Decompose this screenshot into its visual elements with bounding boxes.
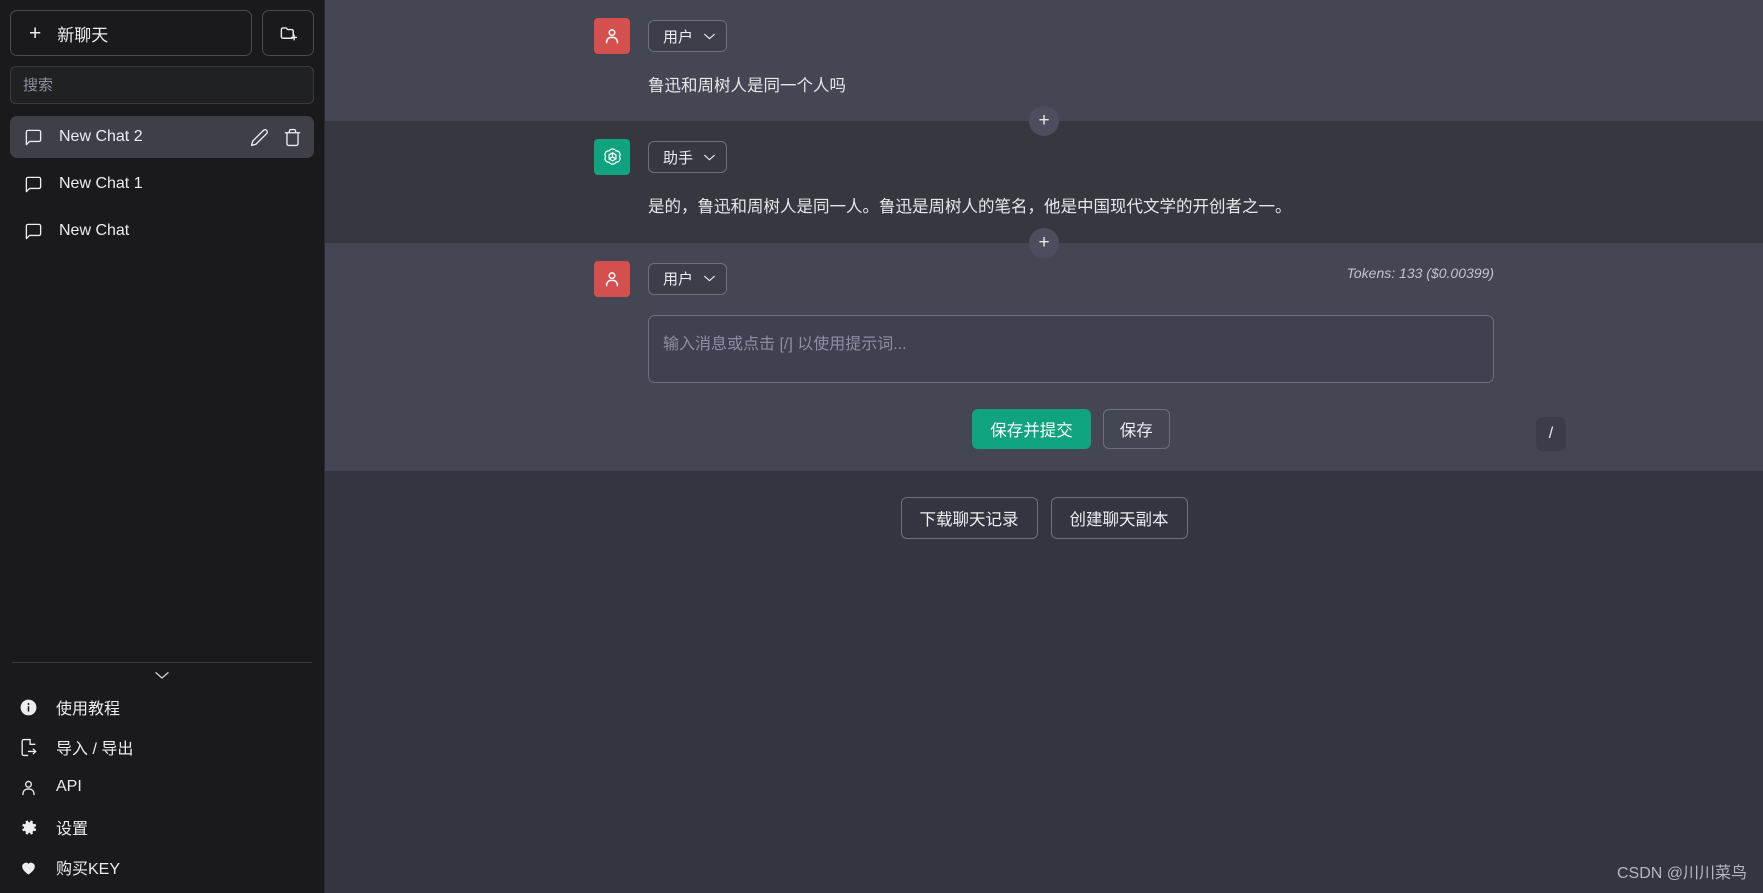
message-inner: 助手 是的，鲁迅和周树人是同一人。鲁迅是周树人的笔名，他是中国现代文学的开创者之… <box>594 121 1494 242</box>
message-header: 用户 <box>594 18 1494 54</box>
chat-main: 用户 鲁迅和周树人是同一个人吗 + 助手 是的，鲁迅和周树人是同一人。鲁迅是周树… <box>325 0 1763 893</box>
message-text: 鲁迅和周树人是同一个人吗 <box>648 77 846 95</box>
role-dropdown-assistant[interactable]: 助手 <box>648 141 728 174</box>
chat-bubble-icon <box>24 222 43 241</box>
new-folder-button[interactable] <box>262 10 314 56</box>
plus-icon: + <box>1038 231 1050 253</box>
file-export-icon <box>18 738 38 757</box>
chat-footer-toolbar: 下载聊天记录 创建聊天副本 CSDN @川川菜鸟 <box>325 470 1763 893</box>
chat-list-item-0[interactable]: New Chat 2 <box>10 116 314 158</box>
message-header: 助手 <box>594 139 1494 176</box>
new-chat-label: 新聊天 <box>57 25 109 45</box>
chevron-down-icon <box>703 32 716 41</box>
sidebar-item-api[interactable]: API <box>0 767 324 807</box>
search-container <box>0 56 324 110</box>
user-icon <box>18 778 38 797</box>
sidebar-item-buy-key[interactable]: 购买KEY <box>0 847 324 887</box>
role-dropdown-user[interactable]: 用户 <box>648 20 728 52</box>
plus-icon: + <box>29 21 42 45</box>
sidebar-footer: 使用教程 导入 / 导出 API 设置 购买KEY <box>0 662 324 893</box>
sidebar-item-import-export[interactable]: 导入 / 导出 <box>0 727 324 767</box>
duplicate-chat-button[interactable]: 创建聊天副本 <box>1050 496 1188 539</box>
watermark: CSDN @川川菜鸟 <box>1616 865 1747 882</box>
chat-list: New Chat 2 New Chat 1 New Chat <box>0 110 324 252</box>
message-text: 是的，鲁迅和周树人是同一人。鲁迅是周树人的笔名，他是中国现代文学的开创者之一。 <box>648 198 1292 217</box>
sidebar-item-label: API <box>56 778 82 795</box>
app-root: + 新聊天 N <box>0 0 1763 893</box>
save-and-submit-button[interactable]: 保存并提交 <box>972 408 1091 449</box>
chevron-down-icon <box>703 274 716 283</box>
role-label: 助手 <box>663 149 694 167</box>
chat-list-item-label: New Chat <box>59 222 130 239</box>
slash-prompt-button[interactable]: / <box>1536 416 1566 451</box>
message-block-compose: 用户 Tokens: 133 ($0.00399) 保存并提交 保存 <box>325 242 1763 471</box>
sidebar-item-label: 导入 / 导出 <box>56 741 134 758</box>
sidebar-item-tutorial[interactable]: 使用教程 <box>0 687 324 727</box>
chat-bubble-icon <box>24 175 43 194</box>
message-block-user: 用户 鲁迅和周树人是同一个人吗 + <box>325 0 1763 137</box>
chat-list-item-1[interactable]: New Chat 1 <box>10 163 314 205</box>
compose-area: 保存并提交 保存 / <box>594 314 1566 451</box>
token-counter: Tokens: 133 ($0.00399) <box>1346 264 1494 281</box>
message-input[interactable] <box>648 314 1494 383</box>
add-message-button-1[interactable]: + <box>1029 106 1059 137</box>
message-inner: 用户 鲁迅和周树人是同一个人吗 <box>594 0 1494 121</box>
edit-pencil-icon[interactable] <box>250 128 269 147</box>
chat-bubble-icon <box>24 128 43 147</box>
chat-item-actions <box>250 128 302 147</box>
collapse-sidebar-button[interactable] <box>0 663 324 687</box>
heart-icon <box>18 858 38 877</box>
role-label: 用户 <box>663 271 694 289</box>
delete-trash-icon[interactable] <box>283 128 302 147</box>
new-chat-button[interactable]: + 新聊天 <box>10 10 252 56</box>
save-button[interactable]: 保存 <box>1102 408 1170 449</box>
user-avatar-icon <box>594 18 630 54</box>
role-dropdown-compose[interactable]: 用户 <box>648 262 728 295</box>
chat-list-item-label: New Chat 2 <box>59 128 143 145</box>
role-label: 用户 <box>663 28 694 46</box>
sidebar: + 新聊天 N <box>0 0 325 893</box>
compose-inner: 用户 Tokens: 133 ($0.00399) 保存并提交 保存 <box>594 243 1566 471</box>
sidebar-item-label: 购买KEY <box>56 861 121 878</box>
chevron-down-icon <box>703 153 716 162</box>
download-chat-button[interactable]: 下载聊天记录 <box>900 496 1038 539</box>
user-avatar-icon <box>594 260 630 297</box>
chat-list-item-2[interactable]: New Chat <box>10 210 314 252</box>
add-message-button-2[interactable]: + <box>1029 227 1059 258</box>
plus-icon: + <box>1038 110 1050 132</box>
compose-header: 用户 Tokens: 133 ($0.00399) <box>594 260 1494 297</box>
message-block-assistant: 助手 是的，鲁迅和周树人是同一人。鲁迅是周树人的笔名，他是中国现代文学的开创者之… <box>325 121 1763 258</box>
compose-actions: 保存并提交 保存 / <box>648 408 1566 451</box>
openai-logo-icon <box>594 139 630 176</box>
chevron-down-icon <box>153 669 171 681</box>
chat-list-item-label: New Chat 1 <box>59 175 143 192</box>
sidebar-header: + 新聊天 <box>0 0 324 56</box>
sidebar-item-label: 设置 <box>56 821 89 838</box>
info-circle-icon <box>18 698 38 717</box>
sidebar-item-settings[interactable]: 设置 <box>0 807 324 847</box>
gear-icon <box>18 818 38 837</box>
sidebar-item-label: 使用教程 <box>56 701 121 718</box>
search-input[interactable] <box>10 66 314 104</box>
folder-plus-icon <box>279 24 298 43</box>
